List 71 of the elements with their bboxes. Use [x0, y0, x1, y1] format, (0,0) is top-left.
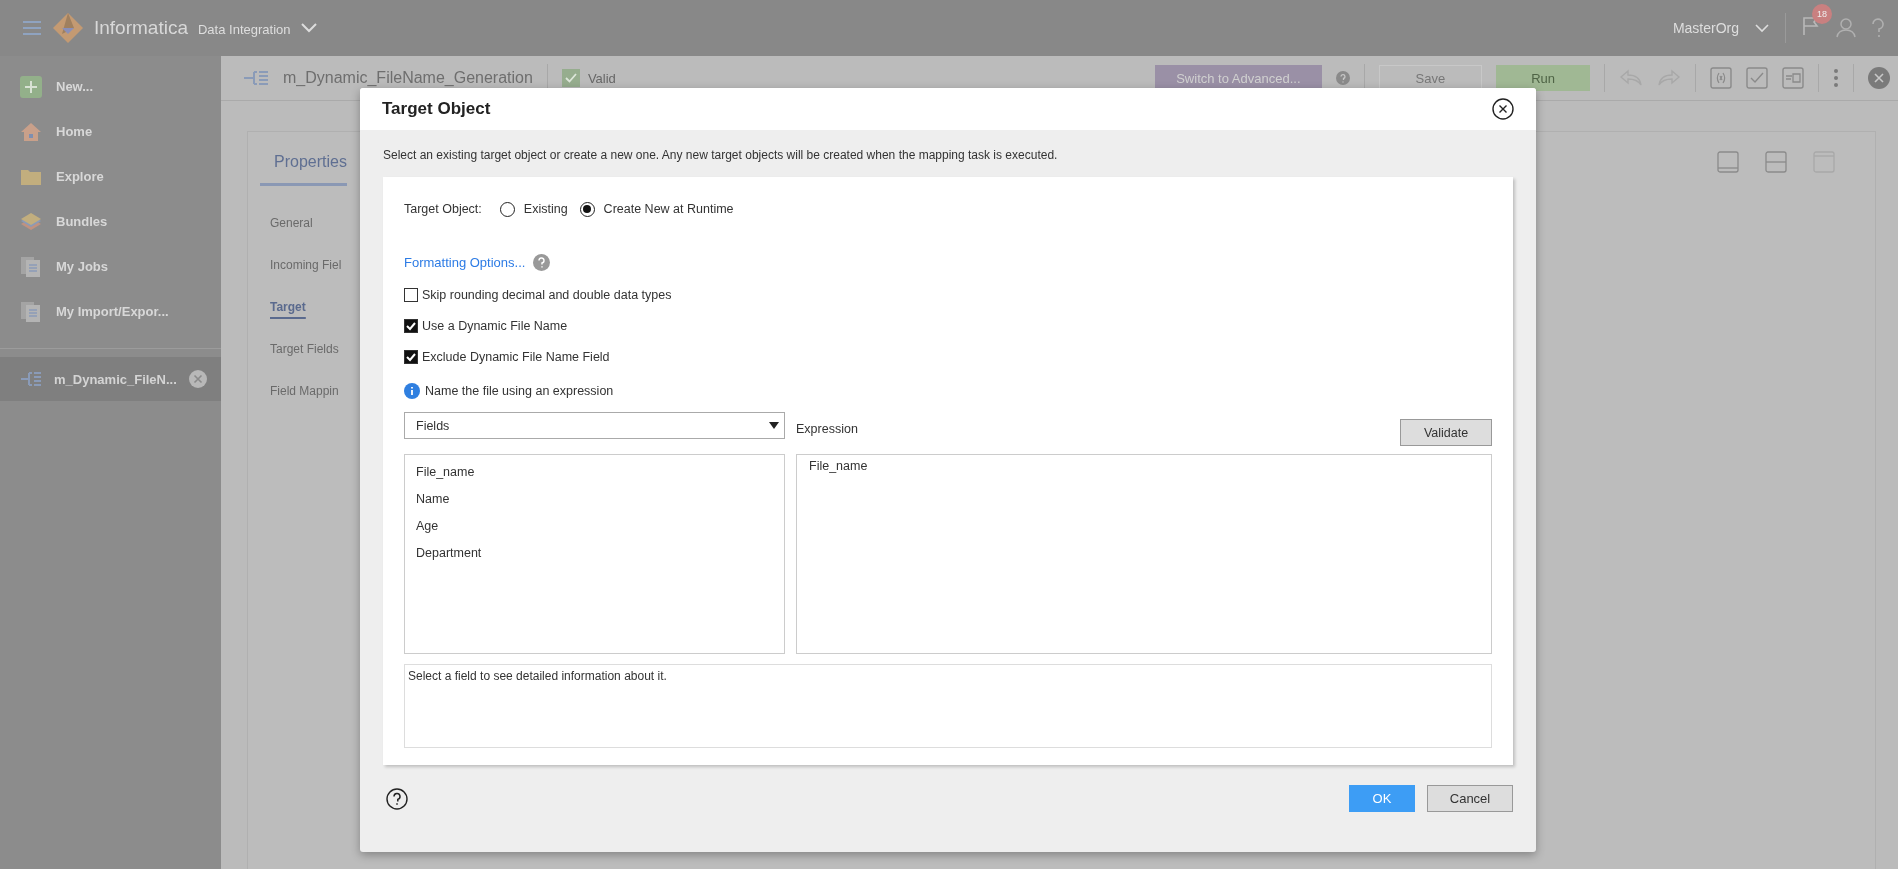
open-mapping-tab[interactable]: m_Dynamic_FileN...: [0, 357, 221, 401]
sidebar-item[interactable]: Explore: [0, 154, 221, 199]
notification-badge: 18: [1812, 4, 1832, 24]
radio-option[interactable]: Create New at Runtime: [579, 201, 734, 217]
layers-icon: [20, 211, 42, 232]
validate-button[interactable]: Validate: [1400, 419, 1492, 446]
properties-nav-item[interactable]: Field Mappin: [270, 370, 339, 412]
run-button[interactable]: Run: [1496, 65, 1590, 91]
plus-icon: [20, 75, 42, 98]
expression-label: Expression: [796, 422, 858, 436]
checkmark-icon: [561, 69, 580, 87]
house-icon: [20, 121, 42, 142]
chevron-down-icon[interactable]: [300, 23, 317, 33]
org-selector[interactable]: MasterOrg: [1672, 20, 1739, 36]
checkbox[interactable]: [404, 318, 418, 333]
expression-editor[interactable]: File_name: [796, 454, 1492, 654]
sidebar-item[interactable]: My Import/Expor...: [0, 289, 221, 334]
fields-dropdown[interactable]: Fields: [404, 412, 785, 439]
cancel-button[interactable]: Cancel: [1427, 785, 1513, 812]
sidebar-item[interactable]: New...: [0, 64, 221, 109]
user-icon[interactable]: [1836, 18, 1856, 38]
properties-nav-item[interactable]: Incoming Fiel: [270, 244, 342, 286]
save-button[interactable]: Save: [1378, 65, 1483, 91]
diamond-logo-icon: [52, 12, 84, 44]
mapping-name: m_Dynamic_FileName_Generation: [283, 69, 533, 87]
product-name: Informatica: [94, 17, 188, 39]
close-icon[interactable]: [1492, 98, 1514, 120]
mapping-icon: [20, 371, 42, 387]
sidebar-item[interactable]: My Jobs: [0, 244, 221, 289]
mapping-icon: [243, 70, 269, 86]
flag-icon[interactable]: [1802, 16, 1820, 36]
radio-option[interactable]: Existing: [499, 201, 568, 217]
documents-icon: [20, 255, 42, 278]
layout-split-icon[interactable]: [1765, 151, 1787, 173]
more-icon[interactable]: [1833, 68, 1839, 88]
field-list-item[interactable]: Department: [416, 540, 482, 567]
properties-nav-item[interactable]: Target: [270, 286, 306, 328]
field-info-box: Select a field to see detailed information about it.: [404, 664, 1492, 748]
checkbox-option[interactable]: Use a Dynamic File Name: [404, 310, 1492, 341]
properties-nav-item[interactable]: Target Fields: [270, 328, 339, 370]
checkbox[interactable]: [404, 349, 418, 364]
dialog-title: Target Object: [382, 99, 491, 119]
layout-bottom-icon[interactable]: [1717, 151, 1739, 173]
properties-tab[interactable]: Properties: [260, 138, 347, 186]
field-list-item[interactable]: File_name: [416, 459, 475, 486]
sidebar-item[interactable]: Home: [0, 109, 221, 154]
ok-button[interactable]: OK: [1349, 785, 1415, 812]
preview-icon[interactable]: [1782, 67, 1804, 89]
info-note: Name the file using an expression: [425, 384, 614, 398]
chevron-down-icon[interactable]: [1755, 23, 1769, 33]
checkbox[interactable]: [404, 287, 418, 302]
sidebar-item[interactable]: Bundles: [0, 199, 221, 244]
field-label: Target Object:: [404, 202, 482, 216]
formatting-options-link[interactable]: Formatting Options...: [404, 254, 526, 270]
help-icon[interactable]: [386, 787, 408, 810]
caret-down-icon: [769, 422, 779, 429]
check-box-icon[interactable]: [1746, 67, 1768, 89]
checkbox-option[interactable]: Exclude Dynamic File Name Field: [404, 341, 1492, 372]
field-list-item[interactable]: Name: [416, 486, 450, 513]
validity-status: Valid: [587, 70, 616, 86]
dialog-description: Select an existing target object or create a new one. Any new target objects will be created when the mapping task is executed.: [383, 147, 1059, 164]
folder-icon: [20, 167, 42, 186]
field-list-item[interactable]: Age: [416, 513, 439, 540]
properties-nav-item[interactable]: General: [270, 202, 313, 244]
product-subtitle: Data Integration: [198, 22, 291, 37]
menu-icon[interactable]: [22, 20, 42, 36]
switch-advanced-button[interactable]: Switch to Advanced...: [1155, 65, 1322, 91]
documents-icon: [20, 300, 42, 323]
info-icon: [404, 383, 420, 399]
checkbox-option[interactable]: Skip rounding decimal and double data types: [404, 279, 1492, 310]
function-icon[interactable]: [1710, 67, 1732, 89]
